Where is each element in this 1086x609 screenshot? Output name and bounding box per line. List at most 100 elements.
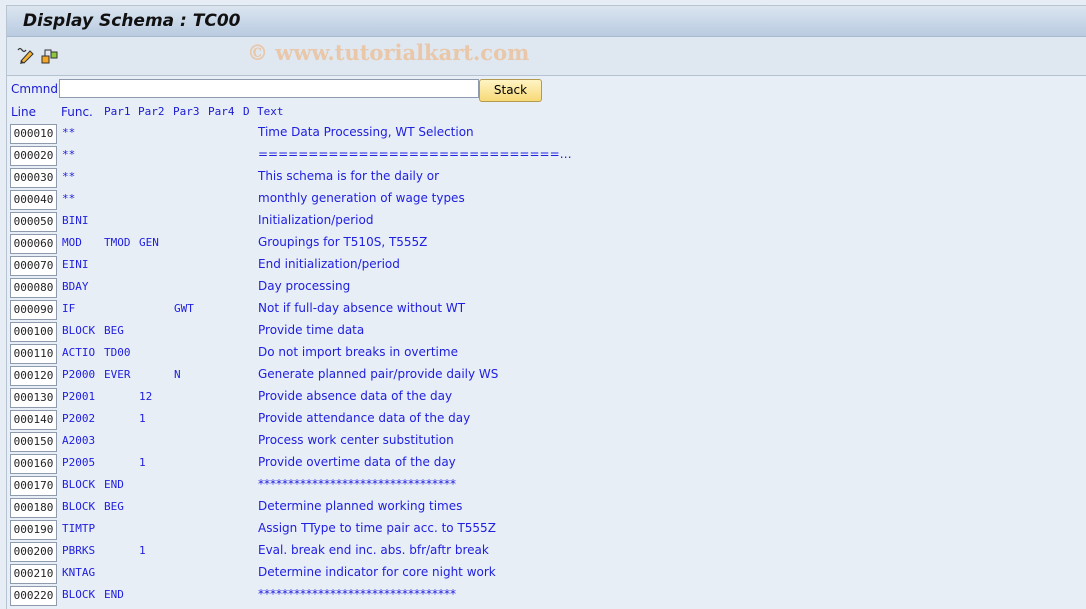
line-number-field[interactable]: 000210: [10, 564, 57, 584]
cell-func: BDAY: [62, 280, 89, 293]
header-par1: Par1: [104, 105, 131, 118]
table-row: 000100 BLOCK BEG Provide time data: [7, 322, 1007, 344]
line-number-field[interactable]: 000120: [10, 366, 57, 386]
line-number-field[interactable]: 000180: [10, 498, 57, 518]
cell-par2: 1: [139, 412, 146, 425]
cell-func: BINI: [62, 214, 89, 227]
cell-func: BLOCK: [62, 588, 96, 601]
cell-par2: 1: [139, 456, 146, 469]
table-row: 000030 ** This schema is for the daily or: [7, 168, 1007, 190]
line-number-field[interactable]: 000140: [10, 410, 57, 430]
cell-text: Provide absence data of the day: [258, 389, 453, 403]
cell-func: ACTIO: [62, 346, 96, 359]
cell-text: Process work center substitution: [258, 433, 454, 447]
cell-func: P2001: [62, 390, 96, 403]
line-number-field[interactable]: 000160: [10, 454, 57, 474]
cell-text: *********************************: [258, 587, 456, 601]
cell-par2: 12: [139, 390, 153, 403]
table-row: 000020 ** ==============================…: [7, 146, 1007, 168]
table-row: 000090 IF GWT Not if full-day absence witho…: [7, 300, 1007, 322]
cell-func: MOD: [62, 236, 82, 249]
command-label: Cmmnd: [11, 82, 58, 96]
cell-func: EINI: [62, 258, 89, 271]
line-number-field[interactable]: 000030: [10, 168, 57, 188]
table-row: 000200 PBRKS 1 Eval. break end inc. abs. bf…: [7, 542, 1007, 564]
line-number-field[interactable]: 000200: [10, 542, 57, 562]
line-number-field[interactable]: 000110: [10, 344, 57, 364]
line-number-field[interactable]: 000150: [10, 432, 57, 452]
table-row: 000060 MOD TMOD GEN Groupings for T510S, T55…: [7, 234, 1007, 256]
sap-window: Display Schema : TC00 © www.tutorialkart…: [6, 5, 1086, 609]
cell-text: Do not import breaks in overtime: [258, 345, 458, 359]
cell-func: **: [62, 192, 76, 205]
line-number-field[interactable]: 000090: [10, 300, 57, 320]
cell-par1: BEG: [104, 324, 124, 337]
header-par2: Par2: [138, 105, 165, 118]
cell-par1: END: [104, 478, 124, 491]
cell-text: This schema is for the daily or: [258, 169, 440, 183]
cell-func: BLOCK: [62, 478, 96, 491]
table-row: 000040 ** monthly generation of wage types: [7, 190, 1007, 212]
cell-par1: TD00: [104, 346, 131, 359]
stack-button[interactable]: Stack: [479, 79, 542, 102]
line-number-field[interactable]: 000220: [10, 586, 57, 606]
cell-par2: 1: [139, 544, 146, 557]
header-text: Text: [257, 105, 284, 118]
header-d: D: [243, 105, 250, 118]
table-row: 000130 P2001 12 Provide absence data of the…: [7, 388, 1007, 410]
cell-text: End initialization/period: [258, 257, 400, 271]
table-row: 000170 BLOCK END **************************…: [7, 476, 1007, 498]
cell-text: Generate planned pair/provide daily WS: [258, 367, 499, 381]
table-row: 000070 EINI End initialization/period: [7, 256, 1007, 278]
table-row: 000190 TIMTP Assign TType to time pair acc…: [7, 520, 1007, 542]
cell-func: IF: [62, 302, 76, 315]
line-number-field[interactable]: 000050: [10, 212, 57, 232]
cell-text: Day processing: [258, 279, 351, 293]
line-number-field[interactable]: 000100: [10, 322, 57, 342]
cell-text: *********************************: [258, 477, 456, 491]
cell-text: ==============================…: [258, 147, 572, 161]
cell-par3: N: [174, 368, 181, 381]
application-toolbar: © www.tutorialkart.com: [7, 37, 1086, 76]
line-number-field[interactable]: 000170: [10, 476, 57, 496]
table-row: 000120 P2000 EVER N Generate planned pair/pr…: [7, 366, 1007, 388]
cell-text: monthly generation of wage types: [258, 191, 465, 205]
line-number-field[interactable]: 000040: [10, 190, 57, 210]
line-number-field[interactable]: 000070: [10, 256, 57, 276]
command-input[interactable]: [59, 79, 479, 98]
table-row: 000150 A2003 Process work center substitut…: [7, 432, 1007, 454]
line-number-field[interactable]: 000190: [10, 520, 57, 540]
line-number-field[interactable]: 000020: [10, 146, 57, 166]
window-title: Display Schema : TC00: [23, 11, 241, 31]
table-row: 000010 ** Time Data Processing, WT Selecti…: [7, 124, 1007, 146]
cell-text: Provide overtime data of the day: [258, 455, 456, 469]
cell-text: Groupings for T510S, T555Z: [258, 235, 428, 249]
line-number-field[interactable]: 000080: [10, 278, 57, 298]
cell-text: Initialization/period: [258, 213, 374, 227]
edit-pencil-icon[interactable]: [17, 46, 35, 64]
cell-func: P2002: [62, 412, 96, 425]
cell-text: Determine indicator for core night work: [258, 565, 496, 579]
cell-text: Not if full-day absence without WT: [258, 301, 466, 315]
table-row: 000140 P2002 1 Provide attendance data of t…: [7, 410, 1007, 432]
line-number-field[interactable]: 000010: [10, 124, 57, 144]
cell-func: P2000: [62, 368, 96, 381]
cell-par2: GEN: [139, 236, 159, 249]
header-par4: Par4: [208, 105, 235, 118]
cell-func: PBRKS: [62, 544, 96, 557]
hierarchy-icon[interactable]: [41, 46, 59, 64]
line-number-field[interactable]: 000130: [10, 388, 57, 408]
cell-func: **: [62, 170, 76, 183]
table-row: 000180 BLOCK BEG Determine planned working …: [7, 498, 1007, 520]
table-row: 000210 KNTAG Determine indicator for core …: [7, 564, 1007, 586]
cell-par1: EVER: [104, 368, 131, 381]
cell-par1: TMOD: [104, 236, 131, 249]
table-row: 000160 P2005 1 Provide overtime data of the…: [7, 454, 1007, 476]
table-row: 000110 ACTIO TD00 Do not import breaks in o…: [7, 344, 1007, 366]
line-number-field[interactable]: 000060: [10, 234, 57, 254]
table-row: 000220 BLOCK END **************************…: [7, 586, 1007, 608]
title-bar: Display Schema : TC00: [7, 6, 1086, 37]
cell-text: Determine planned working times: [258, 499, 463, 513]
cell-func: KNTAG: [62, 566, 96, 579]
cell-text: Assign TType to time pair acc. to T555Z: [258, 521, 496, 535]
